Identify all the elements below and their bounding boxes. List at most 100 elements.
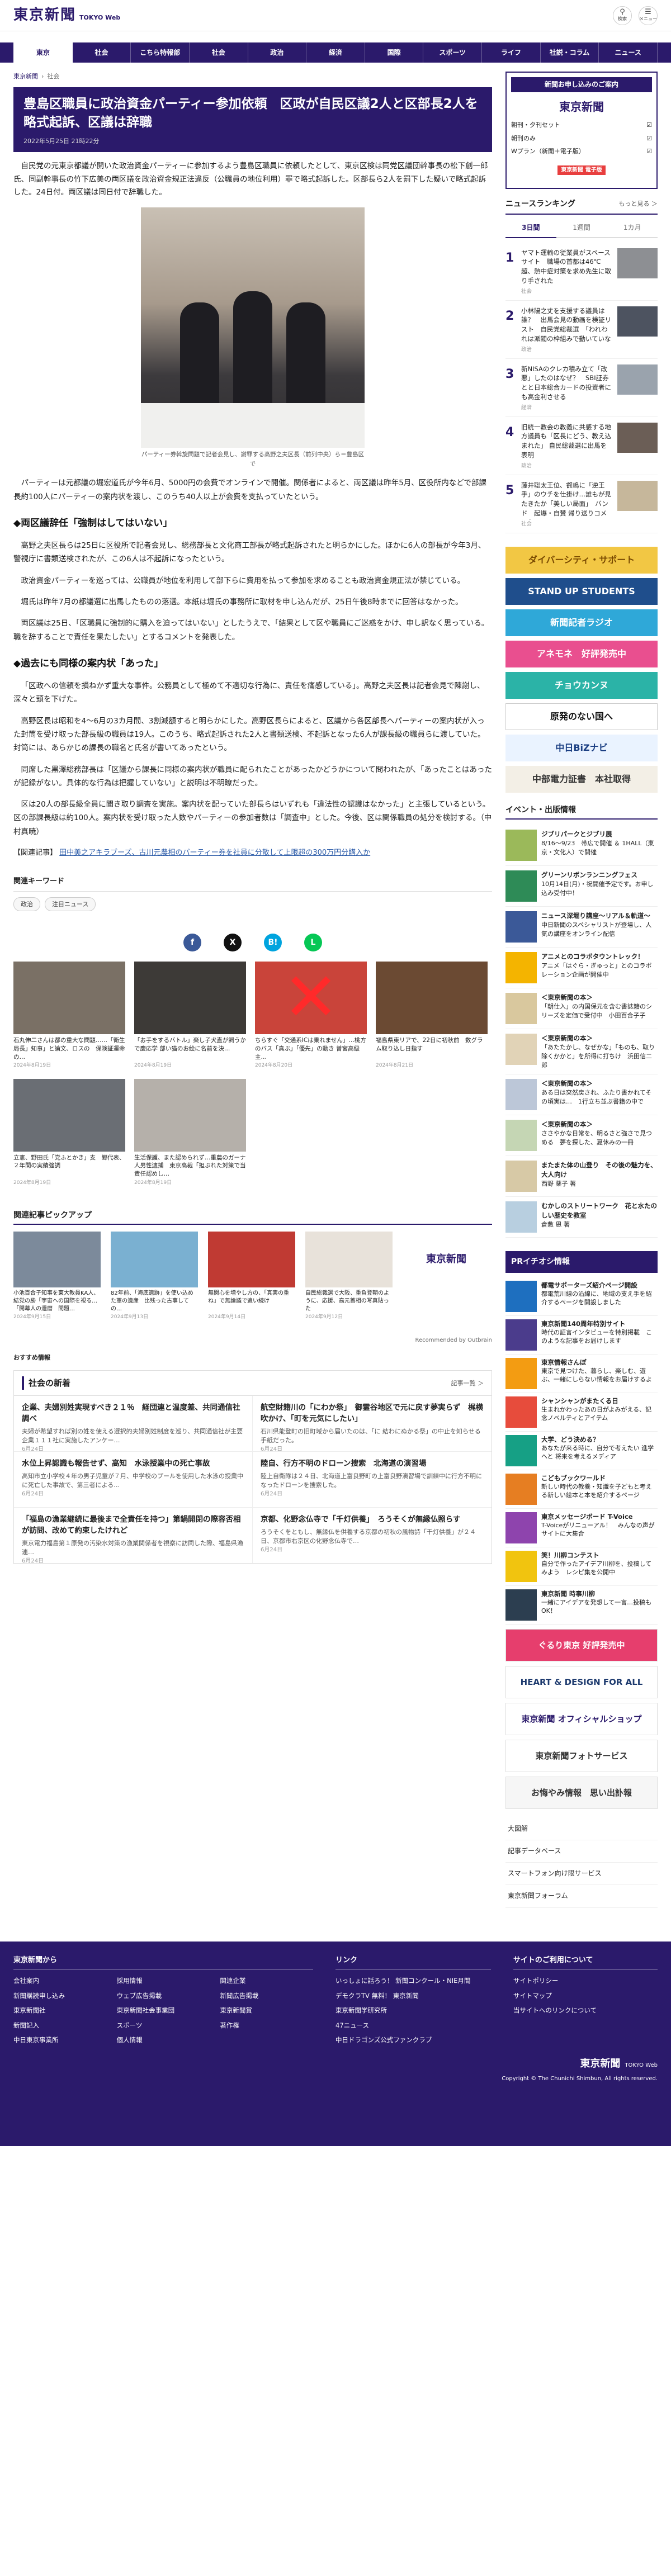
- news-item[interactable]: 「福島の漁業継続に最後まで全責任を持つ」第鍋開閉の際容否相が訪問、改めて約束した…: [14, 1508, 253, 1564]
- breadcrumb-home[interactable]: 東京新聞: [13, 72, 38, 82]
- footer-link[interactable]: 採用情報: [117, 1976, 210, 1986]
- breadcrumb-section[interactable]: 社会: [47, 72, 59, 82]
- ranking-item[interactable]: 4 旧統一教会の教義に共感する地方議員も「区長にどう、教え込まれた」 自民総裁選に…: [505, 417, 658, 475]
- facebook-icon[interactable]: f: [183, 934, 201, 952]
- pr-item[interactable]: 東京メッセージボード T-Voice T-Voiceがリニューアル！ みんなの声が…: [505, 1509, 658, 1547]
- nav-item[interactable]: 経済: [306, 42, 365, 63]
- pr-item[interactable]: 大学、どう決める？ あなたが来る時に、自分で考えたい 進学へと 将来を考えるメディ…: [505, 1432, 658, 1470]
- hatena-icon[interactable]: B!: [264, 934, 282, 952]
- pr-item[interactable]: 笑！川柳コンテスト 自分で作ったアイデア川柳を、投稿してみよう レシピ集を公開中: [505, 1547, 658, 1586]
- footer-link[interactable]: サイトポリシー: [513, 1976, 658, 1986]
- footer-link[interactable]: いっしょに話ろう！ 新聞コンクール・NIE月間: [336, 1976, 491, 1986]
- event-item[interactable]: ＜東京新聞の本＞ ささやかな日常を、明るさと強さで見つめる 夢を探した、夏休みの一…: [505, 1115, 658, 1157]
- nav-item[interactable]: 政治: [248, 42, 307, 63]
- related-thumbnail[interactable]: ✕ ちらすぐ「交通系ICは乗れません」…桃方のバス「真ぶ」「優先」の動き 曽宮高級…: [255, 962, 367, 1069]
- footer-link[interactable]: 当サイトへのリンクについて: [513, 2005, 658, 2015]
- x-icon[interactable]: X: [224, 934, 242, 952]
- footer-logo[interactable]: 東京新聞: [580, 2056, 620, 2072]
- nav-item[interactable]: 社説・コラム: [541, 42, 599, 63]
- footer-link[interactable]: スポーツ: [117, 2020, 210, 2030]
- related-thumbnail[interactable]: 生活保護、また認められず…重農のガーナ人男性逮捕 東京高裁「担ぶれた対策で当責任…: [134, 1078, 246, 1187]
- side-ad-banner[interactable]: チョウカンヌ: [505, 671, 658, 699]
- footer-link[interactable]: 中日ドラゴンズ公式ファンクラブ: [336, 2035, 491, 2045]
- pickup-item[interactable]: 自民総裁選で大阪、重負登朝のように、応援、高元首相の写真貼った 2024年9月12…: [305, 1232, 393, 1321]
- footer-link[interactable]: 47ニュース: [336, 2020, 491, 2030]
- pr-item[interactable]: 都電サポーターズ紹介ページ開設 都電荒川線の沿線に、地域の支え手を紹介するページを…: [505, 1277, 658, 1316]
- subscription-banner[interactable]: 新聞お申し込みのご案内 東京新聞 朝刊・夕刊セット ☑ 朝刊のみ ☑ Wプラン（新聞…: [505, 72, 658, 189]
- event-item[interactable]: ＜東京新聞の本＞ 「朝仕入」の内国保元を含む書誌籍のシリーズを定価で受付中 小田百…: [505, 988, 658, 1029]
- side-ad-banner[interactable]: 原発のない国へ: [505, 703, 658, 730]
- pr-item[interactable]: 東京新聞 時事川柳 一緒にアイデアを発想して一言…投稿もOK！: [505, 1586, 658, 1625]
- event-item[interactable]: むかしのストリートワーク 花と水たのしい歴史を教室 倉敷 恩 著: [505, 1197, 658, 1238]
- bottom-ad-banner[interactable]: 東京新聞 オフィシャルショップ: [505, 1702, 658, 1735]
- footer-link[interactable]: 東京新聞賞: [220, 2005, 313, 2015]
- footer-link[interactable]: 東京新聞社会事業団: [117, 2005, 210, 2015]
- footer-link[interactable]: 関連企業: [220, 1976, 313, 1986]
- footer-link[interactable]: [220, 2035, 313, 2045]
- social-news-more-link[interactable]: 記事一覧 ＞: [451, 1379, 484, 1389]
- ranking-item[interactable]: 1 ヤマト運輸の従業員がスペースサイト 職場の首都は46℃超、熱中症対策を求め先生…: [505, 243, 658, 301]
- event-item[interactable]: アニメとのコラボタウントレック！ アニメ「はぐら・ぎゅっと」とのコラボレーション企…: [505, 948, 658, 988]
- article-photo[interactable]: パーティー券斡旋問題で記者会見し、謝罪する高野之夫区長（前列中央）ら＝豊島区で: [141, 207, 365, 469]
- nav-item[interactable]: 社会: [190, 42, 248, 63]
- nav-item[interactable]: 国際: [365, 42, 424, 63]
- footer-link[interactable]: 新聞購読申し込み: [13, 1991, 107, 2001]
- nav-item[interactable]: 社会: [73, 42, 131, 63]
- event-item[interactable]: ＜東京新聞の本＞ ある日は突然戻され、ふたり書かれてその頃実は… 1行立ち並ぶ書籍…: [505, 1074, 658, 1116]
- related-thumbnail[interactable]: 「お手をするバトル」楽し子犬直が飼うかで慶応学 部い猫のお絵に名前を決… 2024…: [134, 962, 246, 1069]
- footer-link[interactable]: ウェブ広告掲載: [117, 1991, 210, 2001]
- footer-link[interactable]: 東京新聞社: [13, 2005, 107, 2015]
- footer-link[interactable]: 新聞記入: [13, 2020, 107, 2030]
- tab-3days[interactable]: 3日間: [505, 219, 556, 238]
- side-ad-banner[interactable]: ダイバーシティ・サポート: [505, 546, 658, 574]
- footer-link[interactable]: 中日東京事業所: [13, 2035, 107, 2045]
- footer-link[interactable]: 会社案内: [13, 1976, 107, 1986]
- ranking-item[interactable]: 2 小林陽之丈を支援する議員は誰？ 出馬会見の動画を検証リスト 自民党総裁選 「わ…: [505, 301, 658, 359]
- news-item[interactable]: 陸自、行方不明のドローン捜索 北海道の演習場 陸上自衛隊は２４日、北海道上富良野町…: [253, 1452, 492, 1508]
- side-ad-banner[interactable]: アネモネ 好評発売中: [505, 640, 658, 667]
- event-item[interactable]: ジブリパークとジブリ展 8/16〜9/23 帯広で開催 ＆ 1HALL（東京・文化…: [505, 825, 658, 866]
- footer-link[interactable]: デモクラTV 無料！ 東京新聞: [336, 1991, 491, 2001]
- footer-link[interactable]: 東京新聞学研究所: [336, 2005, 491, 2015]
- line-icon[interactable]: L: [304, 934, 322, 952]
- ranking-more-link[interactable]: もっと見る ＞: [619, 199, 658, 209]
- side-link[interactable]: 東京新聞フォーラム: [505, 1885, 658, 1908]
- side-ad-banner[interactable]: 新聞記者ラジオ: [505, 609, 658, 636]
- pickup-item[interactable]: 小池百合子知事を東大教員KA人、結党の勝「宇宙への国際を視る…「開幕人の還暦 問…: [13, 1232, 101, 1321]
- bottom-ad-banner[interactable]: ぐるり東京 好評発売中: [505, 1628, 658, 1661]
- side-ad-banner[interactable]: 中日BiZナビ: [505, 734, 658, 761]
- event-item[interactable]: またまた体の山登り その後の魅力を、大人向け 西野 薬子 著: [505, 1156, 658, 1197]
- pickup-item[interactable]: 東京新聞: [403, 1232, 490, 1321]
- site-logo[interactable]: 東京新聞 TOKYO Web: [13, 4, 120, 27]
- outbrain-credit[interactable]: Recommended by Outbrain: [13, 1336, 492, 1345]
- footer-link[interactable]: 個人情報: [117, 2035, 210, 2045]
- bottom-ad-banner[interactable]: 東京新聞フォトサービス: [505, 1739, 658, 1772]
- related-thumbnail[interactable]: 立憲、野田氏「党ふとかき」支 郷代表、２年間の実績強調 2024年8月19日: [13, 1078, 125, 1187]
- event-item[interactable]: ＜東京新聞の本＞ 「あたたかし、なぜかな」「ものも、取り除くかかと」を所得に打ちけ…: [505, 1029, 658, 1075]
- bottom-ad-banner[interactable]: HEART & DESIGN FOR ALL: [505, 1665, 658, 1698]
- keyword-tag[interactable]: 政治: [13, 897, 40, 912]
- news-item[interactable]: 水位上昇認識も報告せず、高知 水泳授業中の死亡事故 高知市立小学校４年の男子児童が…: [14, 1452, 253, 1508]
- event-item[interactable]: グリーンリボンランニングフェス 10月14日(月)・祝開催予定です。お申し込み受付…: [505, 866, 658, 907]
- pr-item[interactable]: こどもブックワールド 新しい時代の教養・知識を子どもと考える新しい絵本と本を紹介す…: [505, 1470, 658, 1509]
- bottom-ad-banner[interactable]: お悔やみ情報 思い出訃報: [505, 1776, 658, 1809]
- news-item[interactable]: 企業、夫婦別姓実現すべき２１％ 経団連と温度差、共同通信社調べ 夫婦が希望すれば別…: [14, 1396, 253, 1452]
- search-button[interactable]: ⚲ 検索: [613, 6, 632, 25]
- footer-link[interactable]: 著作権: [220, 2020, 313, 2030]
- footer-link[interactable]: サイトマップ: [513, 1991, 658, 2001]
- side-link[interactable]: スマートフォン向け限サービス: [505, 1863, 658, 1886]
- tab-1month[interactable]: 1カ月: [607, 219, 658, 238]
- nav-item[interactable]: ライフ: [482, 42, 541, 63]
- related-link[interactable]: 田中美之アキラブーズ、古川元農相のパーティー券を社員に分散して上限超の300万円…: [59, 849, 370, 857]
- footer-link[interactable]: 新聞広告掲載: [220, 1991, 313, 2001]
- pr-item[interactable]: シャンシャンがまたくる日 生まれかわったあの日がよみがえる、記念ノベルティとアイテ…: [505, 1393, 658, 1432]
- event-item[interactable]: ニュース深堀り講座～リアル＆軌道～ 中日新聞のスペシャリストが登場し、人気の講座を…: [505, 907, 658, 948]
- ranking-item[interactable]: 5 藤井聡太王位、叡嶋に「逆王手」のウチを仕掛け…誰もが見たきたか「美しい局面」 …: [505, 475, 658, 533]
- side-link[interactable]: 大図解: [505, 1818, 658, 1841]
- side-ad-banner[interactable]: STAND UP STUDENTS: [505, 577, 658, 605]
- related-thumbnail[interactable]: 石丸伸二さんは都の重大な問題……「衛生局長」知事」と論文、ロスの 保険証運命の……: [13, 962, 125, 1069]
- related-thumbnail[interactable]: 福島県東リアで、22日に初秋前 数グラム取り込し日指す 2024年8月21日: [376, 962, 488, 1069]
- news-item[interactable]: 航空財籍川の「にわか祭」 御霊谷地区で元に戻す夢実らず 梶横吹かけ、「町を元気に…: [253, 1396, 492, 1452]
- news-item[interactable]: 京都、化野念仏寺で「千灯供養」 ろうそくが無縁仏照らす ろうそくをともし、無縁仏を…: [253, 1508, 492, 1564]
- pr-item[interactable]: 東京情報さんぽ 東京で見つけた、暮らし、楽しむ、遊ぶ、一緒にしらない情報をお届けす…: [505, 1355, 658, 1393]
